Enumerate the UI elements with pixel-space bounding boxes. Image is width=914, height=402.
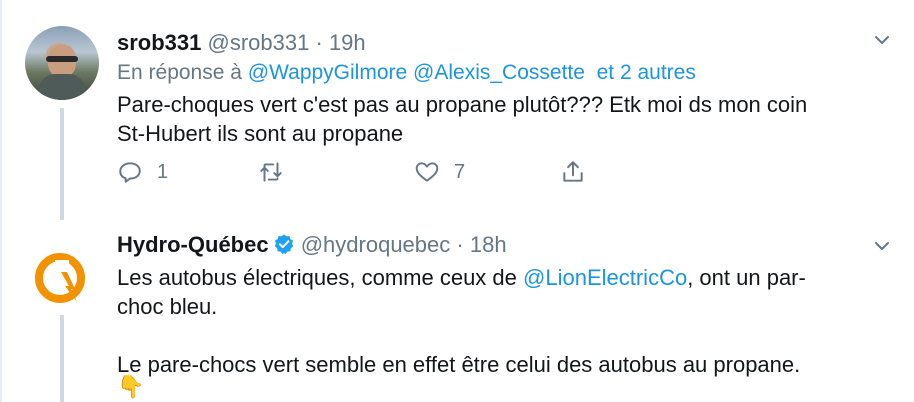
reply-button[interactable]: 1 xyxy=(117,159,168,185)
tweet-header: srob331 @srob331 · 19h xyxy=(117,30,366,56)
like-count: 7 xyxy=(454,160,466,183)
tweet-header: Hydro-Québec @hydroquebec · 18h xyxy=(117,232,507,258)
reply-prefix: En réponse à xyxy=(117,61,242,84)
like-icon xyxy=(415,162,439,182)
tweet-hydroquebec[interactable]: Hydro-Québec @hydroquebec · 18h Les auto… xyxy=(0,220,914,402)
tweet-srob331[interactable]: srob331 @srob331 · 19h En réponse à @Wap… xyxy=(0,0,914,220)
tweet-text-line: Le pare-chocs vert semble en effet être … xyxy=(117,352,801,377)
others-link[interactable]: et 2 autres xyxy=(597,61,696,84)
share-icon xyxy=(563,161,583,182)
text-segment: , ont un par- xyxy=(687,265,806,290)
mention-link[interactable]: @LionElectricCo xyxy=(523,265,687,290)
retweet-button[interactable] xyxy=(258,159,298,185)
avatar[interactable] xyxy=(25,242,99,316)
retweet-icon xyxy=(260,162,282,182)
chevron-down-icon[interactable] xyxy=(872,30,892,50)
user-handle[interactable]: @hydroquebec xyxy=(301,232,451,257)
mention-link[interactable]: @WappyGilmore xyxy=(248,61,407,84)
text-segment: Les autobus électriques, comme ceux de xyxy=(117,265,524,290)
reply-icon xyxy=(119,162,141,183)
timestamp[interactable]: 18h xyxy=(470,232,507,257)
tweet-text-line: Les autobus électriques, comme ceux de @… xyxy=(117,263,806,292)
thread-line xyxy=(60,315,64,402)
chevron-down-icon[interactable] xyxy=(872,236,892,256)
tweet-text: Pare-choques vert c'est pas au propane p… xyxy=(117,90,807,148)
hydro-quebec-logo-icon xyxy=(35,253,85,303)
like-button[interactable]: 7 xyxy=(414,159,465,185)
separator-dot: · xyxy=(315,30,323,55)
separator-dot: · xyxy=(456,232,464,257)
user-handle[interactable]: @srob331 xyxy=(208,30,310,55)
tweet-text-line: Pare-choques vert c'est pas au propane p… xyxy=(117,92,808,117)
display-name[interactable]: Hydro-Québec xyxy=(117,232,269,257)
tweet-text-line: St-Hubert ils sont au propane xyxy=(117,121,404,146)
tweet-actions: 1 7 xyxy=(117,159,597,189)
mention-link[interactable]: @Alexis_Cossette xyxy=(413,61,585,84)
verified-badge-icon xyxy=(274,234,293,254)
pointing-down-emoji: 👇 xyxy=(117,374,145,399)
reply-count: 1 xyxy=(157,160,169,183)
tweet-text-line: choc bleu. xyxy=(117,294,218,319)
tweet-text: Les autobus électriques, comme ceux de @… xyxy=(117,263,806,379)
thread-line xyxy=(60,108,64,220)
display-name[interactable]: srob331 xyxy=(117,30,201,55)
timestamp[interactable]: 19h xyxy=(329,30,366,55)
avatar[interactable] xyxy=(25,26,99,100)
reply-context: En réponse à @WappyGilmore @Alexis_Cosse… xyxy=(117,61,696,85)
share-button[interactable] xyxy=(560,159,586,185)
